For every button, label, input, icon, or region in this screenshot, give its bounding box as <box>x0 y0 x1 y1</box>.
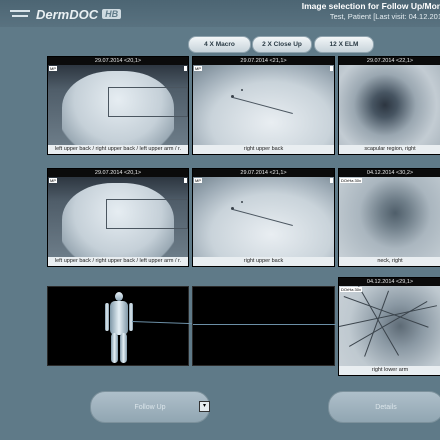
image-tile[interactable]: 29.07.2014 <20,1> MP left upper back / r… <box>47 168 189 267</box>
image-caption: right upper back <box>193 145 334 154</box>
image-tag: MP <box>194 66 202 71</box>
image-tile[interactable]: 29.07.2014 <21,1> MP right upper back <box>192 168 335 267</box>
image-date: 29.07.2014 <21,1> <box>193 169 334 177</box>
image-tile[interactable]: 04.12.2014 <30,2> DOrHa 30x neck, right <box>338 168 440 267</box>
region-marker <box>106 199 188 229</box>
details-button[interactable]: Details <box>328 391 440 423</box>
logo-badge: HB <box>102 9 122 19</box>
image-tag: DOrHa 30x <box>340 287 363 292</box>
image-date: 29.07.2014 <20,1> <box>48 169 188 177</box>
closeup-photo <box>193 65 334 145</box>
back-photo <box>48 177 188 257</box>
follow-up-dropdown[interactable]: ▾ <box>199 401 210 412</box>
image-tile[interactable]: 04.12.2014 <29,1> DOrHa 30x right lower … <box>338 277 440 376</box>
page-title: Image selection for Follow Up/Mon <box>301 1 440 11</box>
region-marker <box>108 87 188 117</box>
image-date: 04.12.2014 <30,2> <box>339 169 440 177</box>
image-caption: right upper back <box>193 257 334 266</box>
image-caption: neck, right <box>339 257 440 266</box>
image-date: 29.07.2014 <20,1> <box>48 57 188 65</box>
image-caption: left upper back / right upper back / lef… <box>48 257 188 266</box>
closeup-mode-button[interactable]: 2 X Close Up <box>252 36 312 53</box>
elm-mode-button[interactable]: 12 X ELM <box>314 36 374 53</box>
image-caption: right lower arm <box>339 366 440 375</box>
top-bar: DermDOC HB Image selection for Follow Up… <box>0 0 440 27</box>
app-logo: DermDOC HB <box>10 5 122 23</box>
macro-mode-button[interactable]: 4 X Macro <box>188 36 251 53</box>
dermoscopy-photo <box>339 65 440 145</box>
image-caption: scapular region, right <box>339 145 440 154</box>
image-tile[interactable]: 29.07.2014 <20,1> MP left upper back / r… <box>47 56 189 155</box>
image-tile[interactable]: 29.07.2014 <21,1> MP right upper back <box>192 56 335 155</box>
closeup-photo <box>193 177 334 257</box>
logo-text: DermDOC <box>36 6 99 22</box>
image-date: 29.07.2014 <22,1> <box>339 57 440 65</box>
patient-info: Test, Patient [Last visit: 04.12.201 <box>329 12 440 21</box>
region-pointer <box>193 324 336 325</box>
dermoscopy-photo <box>339 286 440 366</box>
back-photo <box>48 65 188 145</box>
image-caption: left upper back / right upper back / lef… <box>48 145 188 154</box>
image-tag: MP <box>194 178 202 183</box>
image-date: 04.12.2014 <29,1> <box>339 278 440 286</box>
body-map-tile[interactable] <box>47 286 192 366</box>
image-tag: DOrHa 30x <box>340 178 363 183</box>
region-pointer <box>131 321 192 325</box>
image-date: 29.07.2014 <21,1> <box>193 57 334 65</box>
body-figure-icon <box>115 292 123 301</box>
image-tag: MP <box>49 178 57 183</box>
empty-tile[interactable] <box>192 286 336 366</box>
dermoscopy-photo <box>339 177 440 257</box>
follow-up-button[interactable]: Follow Up <box>90 391 210 423</box>
logo-icon <box>10 8 32 20</box>
image-tile[interactable]: 29.07.2014 <22,1> scapular region, right <box>338 56 440 155</box>
image-tag: MP <box>49 66 57 71</box>
